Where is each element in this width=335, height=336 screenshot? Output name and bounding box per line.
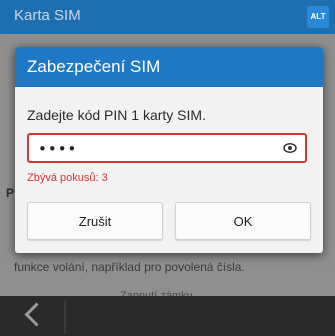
background-letter: P [6, 186, 15, 200]
bottom-bar [0, 296, 335, 336]
attempts-remaining: Zbývá pokusů: 3 [27, 172, 108, 184]
eye-icon[interactable] [283, 141, 297, 155]
pin-masked-value: •••• [38, 140, 78, 158]
cancel-button[interactable]: Zrušit [27, 202, 163, 240]
dialog-header: Zabezpečení SIM [15, 47, 323, 87]
alt-badge: ALT [307, 6, 329, 28]
bottom-divider [64, 300, 66, 334]
dialog-body: Zadejte kód PIN 1 karty SIM. •••• Zbývá … [15, 107, 323, 184]
ok-button[interactable]: OK [175, 202, 311, 240]
dialog-title: Zabezpečení SIM [27, 57, 161, 76]
pin-prompt: Zadejte kód PIN 1 karty SIM. [27, 107, 206, 123]
pin-input[interactable]: •••• [27, 133, 307, 163]
sim-security-dialog: Zabezpečení SIM Zadejte kód PIN 1 karty … [15, 47, 323, 253]
background-text: funkce volání, například pro povolená čí… [14, 260, 245, 274]
dialog-buttons: Zrušit OK [27, 202, 311, 240]
app-title: Karta SIM [14, 7, 81, 24]
